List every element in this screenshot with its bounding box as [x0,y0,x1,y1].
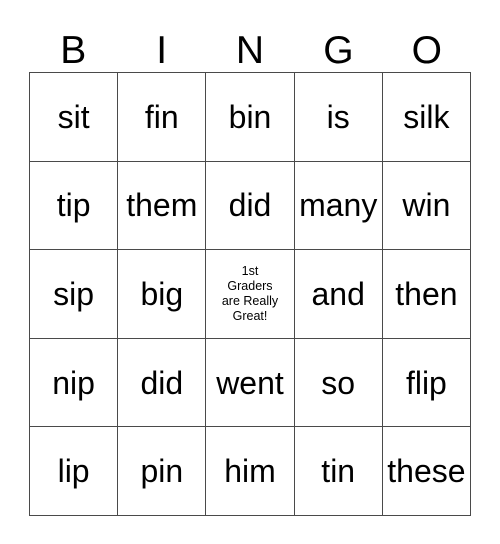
bingo-cell-label: flip [405,364,447,401]
bingo-header-letter-g: G [323,29,354,72]
bingo-cell[interactable]: big [118,250,207,339]
bingo-cell-label: big [140,275,184,312]
bingo-cell-label: these [387,453,466,490]
bingo-cell-label: bin [228,98,272,135]
bingo-cell[interactable]: fin [118,73,207,162]
bingo-cell-label: pin [140,453,184,490]
bingo-header-row: B I N G O [29,14,471,72]
bingo-free-space-line-1: 1st [241,263,259,278]
bingo-cell[interactable]: did [118,338,207,428]
bingo-cell-label: fin [144,98,179,135]
bingo-cell-label: and [311,275,365,312]
bingo-cell-label: sip [53,275,95,312]
bingo-cell-label: lip [57,453,90,490]
bingo-cell-label: did [140,364,184,401]
bingo-cell[interactable]: lip [30,427,119,516]
bingo-free-space-cell[interactable]: 1st Graders are Really Great! [206,250,295,339]
bingo-cell[interactable]: many [294,161,383,251]
bingo-cell[interactable]: sit [30,73,119,162]
bingo-cell[interactable]: nip [30,338,119,428]
bingo-cell[interactable]: these [382,427,471,516]
bingo-cell[interactable]: went [206,338,295,428]
bingo-cell-label: tip [56,187,91,224]
bingo-cell-label: sit [57,98,90,135]
bingo-cell[interactable]: did [206,161,295,251]
bingo-cell-label: did [228,187,272,224]
bingo-cell[interactable]: so [294,338,383,428]
bingo-free-space-line-2: Graders [227,278,273,293]
bingo-cell[interactable]: tip [30,161,119,251]
bingo-cell-label: went [216,364,284,401]
bingo-cell[interactable]: them [118,161,207,251]
bingo-cell-label: him [224,453,276,490]
bingo-cell[interactable]: tin [294,427,383,516]
bingo-cell[interactable]: bin [206,73,295,162]
bingo-cell[interactable]: is [294,73,383,162]
bingo-cell[interactable]: sip [30,250,119,339]
bingo-header-letter-i: I [156,29,168,72]
bingo-free-space-label: 1st Graders are Really Great! [220,264,280,324]
bingo-cell-label: many [299,187,378,224]
bingo-cell[interactable]: then [382,250,471,339]
bingo-cell-label: them [126,187,198,224]
bingo-cell[interactable]: him [206,427,295,516]
bingo-cell-label: tin [321,453,356,490]
bingo-cell-label: win [402,187,451,224]
bingo-cell[interactable]: silk [382,73,471,162]
bingo-cell[interactable]: flip [382,338,471,428]
bingo-header-letter-n: N [235,29,265,72]
bingo-cell-label: then [395,275,458,312]
bingo-header-letter-o: O [411,29,442,72]
bingo-cell[interactable]: pin [118,427,207,516]
bingo-grid: sit fin bin is silk tip them did many wi… [29,72,471,516]
bingo-free-space-line-3: are Really [221,293,279,308]
bingo-cell-label: nip [52,364,95,401]
bingo-header-letter-b: B [60,29,87,72]
bingo-cell[interactable]: win [382,161,471,251]
bingo-cell[interactable]: and [294,250,383,339]
bingo-card: B I N G O sit fin bin is silk tip them d… [0,0,500,544]
bingo-free-space-line-4: Great! [232,308,268,323]
bingo-cell-label: so [321,364,356,401]
bingo-cell-label: silk [403,98,450,135]
bingo-cell-label: is [326,98,350,135]
